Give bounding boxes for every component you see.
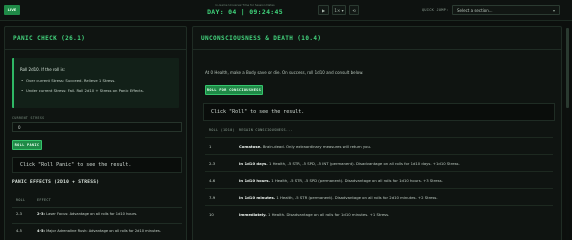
row-result: In 1d10 minutes. 1 Health, -5 STR (perma…	[239, 195, 438, 200]
roll-consciousness-button[interactable]: ROLL FOR CONSCIOUSNESS	[205, 85, 263, 95]
live-badge[interactable]: LIVE	[4, 5, 20, 15]
row-result: In 1d10 days. 1 Health, -5 STR, -5 SPD, …	[239, 161, 460, 166]
row-result: Comatose. Brain-dead. Only extraordinary…	[239, 144, 372, 149]
column-header-regain: REGAIN CONSCIOUSNESS...	[239, 128, 293, 132]
effect-roll: 4-5	[16, 229, 22, 233]
reset-button[interactable]: ⟲	[349, 5, 359, 15]
divider	[193, 49, 561, 50]
page-scrollbar[interactable]	[566, 26, 569, 240]
divider	[12, 207, 182, 208]
row-roll: 2-3	[209, 161, 216, 166]
chevron-down-icon: ▾	[552, 8, 555, 13]
panel-title: PANIC CHECK (26.1)	[13, 35, 86, 42]
row-result: In 1d10 hours. 1 Health, -5 STR, -5 SPD …	[239, 178, 443, 183]
quick-jump-select[interactable]: Select a section... ▾	[452, 5, 560, 15]
stress-label: CURRENT STRESS	[12, 116, 45, 120]
effect-text: 4-5: Major Adrenaline Rush: Advantage on…	[37, 229, 161, 233]
row-roll: 7-9	[209, 195, 216, 200]
panic-rules-box: Roll 2d10. If the roll is: Over current …	[12, 58, 179, 108]
roll-panic-button[interactable]: ROLL PANIC	[12, 140, 42, 150]
table-row: 10 Immediately. 1 Health. Disadvantage o…	[205, 205, 553, 222]
rule-bullet: Over current Stress: Succeed. Relieve 1 …	[21, 78, 176, 84]
table-row: 7-9 In 1d10 minutes. 1 Health, -5 STR (p…	[205, 188, 553, 205]
speed-select[interactable]: 1× ▾	[332, 5, 346, 15]
column-header-effect: EFFECT	[37, 198, 52, 202]
row-roll: 1	[209, 144, 212, 149]
table-row: 1 Comatose. Brain-dead. Only extraordina…	[205, 137, 553, 154]
death-result: Click "Roll" to see the result.	[203, 103, 555, 121]
rule-bullet: Under current Stress: Fail. Roll 2d10 + …	[21, 88, 176, 94]
row-roll: 10	[209, 212, 214, 217]
rules-heading: Roll 2d10. If the roll is:	[20, 67, 65, 72]
panic-check-panel: PANIC CHECK (26.1) Roll 2d10. If the rol…	[4, 26, 187, 240]
scrollbar-thumb[interactable]	[566, 28, 569, 108]
effect-text: 2-3: Laser Focus: Advantage on all rolls…	[37, 212, 138, 216]
table-row: 4-6 In 1d10 hours. 1 Health, -5 STR, -5 …	[205, 171, 553, 188]
panel-title: UNCONSCIOUSNESS & DEATH (10.4)	[201, 35, 322, 42]
effect-roll: 2-3	[16, 212, 22, 216]
panic-result: Click "Roll Panic" to see the result.	[12, 157, 182, 173]
column-header-roll: ROLL	[16, 198, 26, 202]
column-header-roll: ROLL (1D10)	[209, 128, 235, 132]
table-row: 2-3 In 1d10 days. 1 Health, -5 STR, -5 S…	[205, 154, 553, 171]
quick-jump-label: QUICK JUMP:	[422, 8, 449, 12]
panic-effects-title: PANIC EFFECTS (2D10 + STRESS)	[12, 180, 100, 185]
divider	[5, 49, 186, 50]
stress-input[interactable]: 0	[12, 122, 182, 132]
quick-jump-value: Select a section...	[457, 7, 493, 13]
row-result: Immediately. 1 Health. Disadvantage on a…	[239, 212, 390, 217]
divider	[12, 223, 182, 224]
unconsciousness-death-panel: UNCONSCIOUSNESS & DEATH (10.4) At 0 Heal…	[192, 26, 562, 240]
death-description: At 0 Health, make a Body save or die. On…	[205, 70, 364, 75]
top-bar: LIVE In-Game Universal Time for Session …	[0, 0, 572, 21]
row-roll: 4-6	[209, 178, 216, 183]
clock-caption: In-Game Universal Time for Session Dates	[215, 3, 275, 7]
play-button[interactable]: ▶	[318, 5, 329, 15]
game-clock: DAY: 04 | 09:24:45	[207, 8, 283, 16]
